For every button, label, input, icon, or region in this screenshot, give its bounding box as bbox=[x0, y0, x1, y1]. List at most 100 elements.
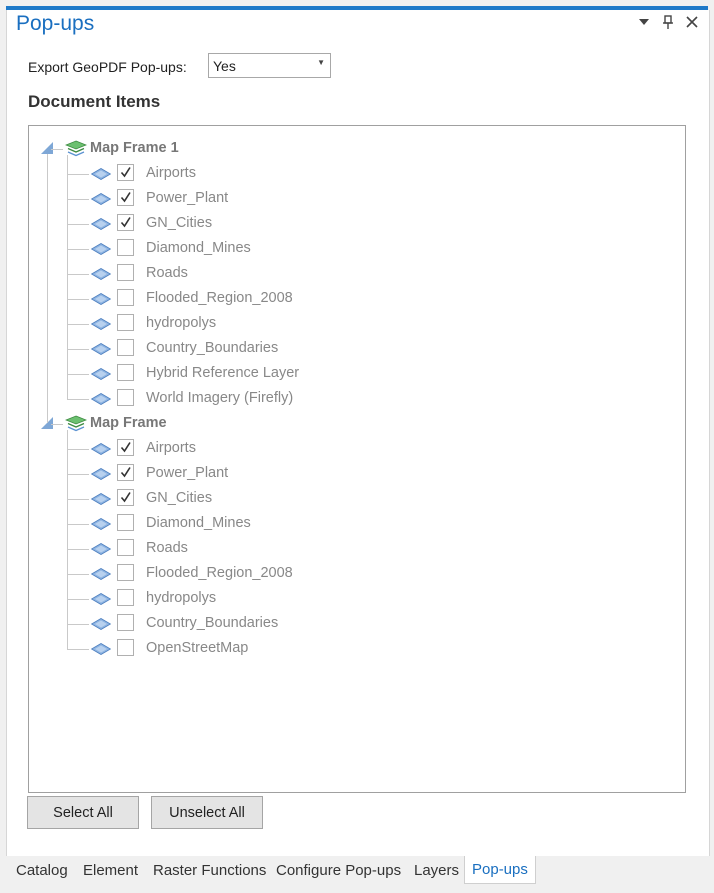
tab-layers[interactable]: Layers bbox=[408, 856, 465, 884]
tree-node-layer[interactable]: Power_Plant bbox=[41, 187, 641, 212]
tree-connector bbox=[67, 474, 89, 475]
layer-diamond-icon bbox=[90, 593, 112, 605]
layer-label: Roads bbox=[146, 540, 188, 556]
tree-node-map-frame[interactable]: Map Frame bbox=[41, 412, 641, 437]
map-frame-label: Map Frame bbox=[90, 415, 167, 431]
layer-label: Hybrid Reference Layer bbox=[146, 365, 300, 381]
tree-connector bbox=[67, 224, 89, 225]
document-items-tree: Map Frame 1 Airports Power_Plant GN_Cities D… bbox=[28, 125, 686, 793]
layer-label: Flooded_Region_2008 bbox=[146, 565, 293, 581]
layer-diamond-icon bbox=[90, 568, 112, 580]
tree-node-layer[interactable]: Diamond_Mines bbox=[41, 512, 641, 537]
tree-node-layer[interactable]: Diamond_Mines bbox=[41, 237, 641, 262]
tree-node-layer[interactable]: Flooded_Region_2008 bbox=[41, 287, 641, 312]
tree-connector bbox=[47, 154, 48, 423]
layer-checkbox[interactable] bbox=[117, 314, 134, 331]
tree-connector bbox=[67, 624, 89, 625]
tree-connector bbox=[67, 374, 89, 375]
tab-pop-ups[interactable]: Pop-ups bbox=[464, 856, 536, 884]
layer-diamond-icon bbox=[90, 468, 112, 480]
tree-node-layer[interactable]: Flooded_Region_2008 bbox=[41, 562, 641, 587]
tree-node-layer[interactable]: Country_Boundaries bbox=[41, 612, 641, 637]
layer-label: Airports bbox=[146, 165, 196, 181]
layer-diamond-icon bbox=[90, 368, 112, 380]
dropdown-caret-icon: ▼ bbox=[317, 58, 325, 67]
layer-label: Country_Boundaries bbox=[146, 615, 279, 631]
layer-diamond-icon bbox=[90, 168, 112, 180]
export-geopdf-value: Yes bbox=[213, 58, 236, 74]
pane-title: Pop-ups bbox=[16, 12, 95, 35]
tree-connector bbox=[67, 199, 89, 200]
unselect-all-button[interactable]: Unselect All bbox=[151, 796, 263, 829]
pin-icon[interactable] bbox=[661, 13, 675, 31]
tree-connector bbox=[67, 449, 89, 450]
layer-diamond-icon bbox=[90, 393, 112, 405]
layer-diamond-icon bbox=[90, 268, 112, 280]
layer-label: Country_Boundaries bbox=[146, 340, 279, 356]
layer-checkbox[interactable] bbox=[117, 214, 134, 231]
tree-connector bbox=[67, 524, 89, 525]
layer-checkbox[interactable] bbox=[117, 489, 134, 506]
expand-triangle-icon[interactable] bbox=[41, 142, 53, 154]
layer-diamond-icon bbox=[90, 443, 112, 455]
layer-checkbox[interactable] bbox=[117, 614, 134, 631]
tree-node-layer[interactable]: Country_Boundaries bbox=[41, 337, 641, 362]
bottom-tab-strip: Catalog Element Raster Functions Configure … bbox=[0, 856, 714, 886]
layer-checkbox[interactable] bbox=[117, 239, 134, 256]
tree-connector bbox=[67, 274, 89, 275]
tree-connector bbox=[51, 149, 63, 150]
tree-node-layer[interactable]: Hybrid Reference Layer bbox=[41, 362, 641, 387]
layer-diamond-icon bbox=[90, 343, 112, 355]
layer-diamond-icon bbox=[90, 218, 112, 230]
map-frame-icon bbox=[64, 415, 88, 433]
tree-connector bbox=[67, 430, 68, 649]
tree-node-map-frame[interactable]: Map Frame 1 bbox=[41, 137, 641, 162]
layer-checkbox[interactable] bbox=[117, 439, 134, 456]
tree-node-layer[interactable]: hydropolys bbox=[41, 312, 641, 337]
layer-label: World Imagery (Firefly) bbox=[146, 390, 294, 406]
layer-checkbox[interactable] bbox=[117, 364, 134, 381]
layer-checkbox[interactable] bbox=[117, 264, 134, 281]
tree-node-layer[interactable]: Roads bbox=[41, 262, 641, 287]
tree-node-layer[interactable]: OpenStreetMap bbox=[41, 637, 641, 662]
layer-checkbox[interactable] bbox=[117, 289, 134, 306]
layer-label: Diamond_Mines bbox=[146, 240, 251, 256]
layer-label: Diamond_Mines bbox=[146, 515, 251, 531]
tree-node-layer[interactable]: Roads bbox=[41, 537, 641, 562]
layer-checkbox[interactable] bbox=[117, 339, 134, 356]
tree-node-layer[interactable]: Power_Plant bbox=[41, 462, 641, 487]
tree-node-layer[interactable]: GN_Cities bbox=[41, 212, 641, 237]
layer-checkbox[interactable] bbox=[117, 564, 134, 581]
layer-checkbox[interactable] bbox=[117, 389, 134, 406]
close-icon[interactable] bbox=[685, 13, 699, 31]
tree-connector bbox=[67, 155, 68, 399]
layer-diamond-icon bbox=[90, 618, 112, 630]
tree-connector bbox=[67, 499, 89, 500]
tree-node-layer[interactable]: Airports bbox=[41, 437, 641, 462]
layer-checkbox[interactable] bbox=[117, 589, 134, 606]
tab-catalog[interactable]: Catalog bbox=[10, 856, 74, 884]
layer-label: Flooded_Region_2008 bbox=[146, 290, 293, 306]
layer-checkbox[interactable] bbox=[117, 639, 134, 656]
layer-label: hydropolys bbox=[146, 315, 217, 331]
tree-node-layer[interactable]: GN_Cities bbox=[41, 487, 641, 512]
tab-element[interactable]: Element bbox=[77, 856, 144, 884]
tab-raster-functions[interactable]: Raster Functions bbox=[147, 856, 272, 884]
layer-diamond-icon bbox=[90, 518, 112, 530]
tree-node-layer[interactable]: World Imagery (Firefly) bbox=[41, 387, 641, 412]
chevron-down-icon[interactable] bbox=[637, 13, 651, 31]
tree-node-layer[interactable]: hydropolys bbox=[41, 587, 641, 612]
layer-label: hydropolys bbox=[146, 590, 217, 606]
layer-diamond-icon bbox=[90, 243, 112, 255]
tree-connector bbox=[67, 324, 89, 325]
layer-checkbox[interactable] bbox=[117, 514, 134, 531]
export-geopdf-select[interactable]: Yes ▼ bbox=[208, 53, 331, 78]
select-all-button[interactable]: Select All bbox=[27, 796, 139, 829]
layer-checkbox[interactable] bbox=[117, 189, 134, 206]
tree-node-layer[interactable]: Airports bbox=[41, 162, 641, 187]
layer-checkbox[interactable] bbox=[117, 539, 134, 556]
tab-configure-pop-ups[interactable]: Configure Pop-ups bbox=[270, 856, 407, 884]
layer-checkbox[interactable] bbox=[117, 464, 134, 481]
popups-pane: Pop-ups Export GeoPDF Pop-ups: Yes ▼ Doc… bbox=[6, 10, 710, 856]
layer-checkbox[interactable] bbox=[117, 164, 134, 181]
